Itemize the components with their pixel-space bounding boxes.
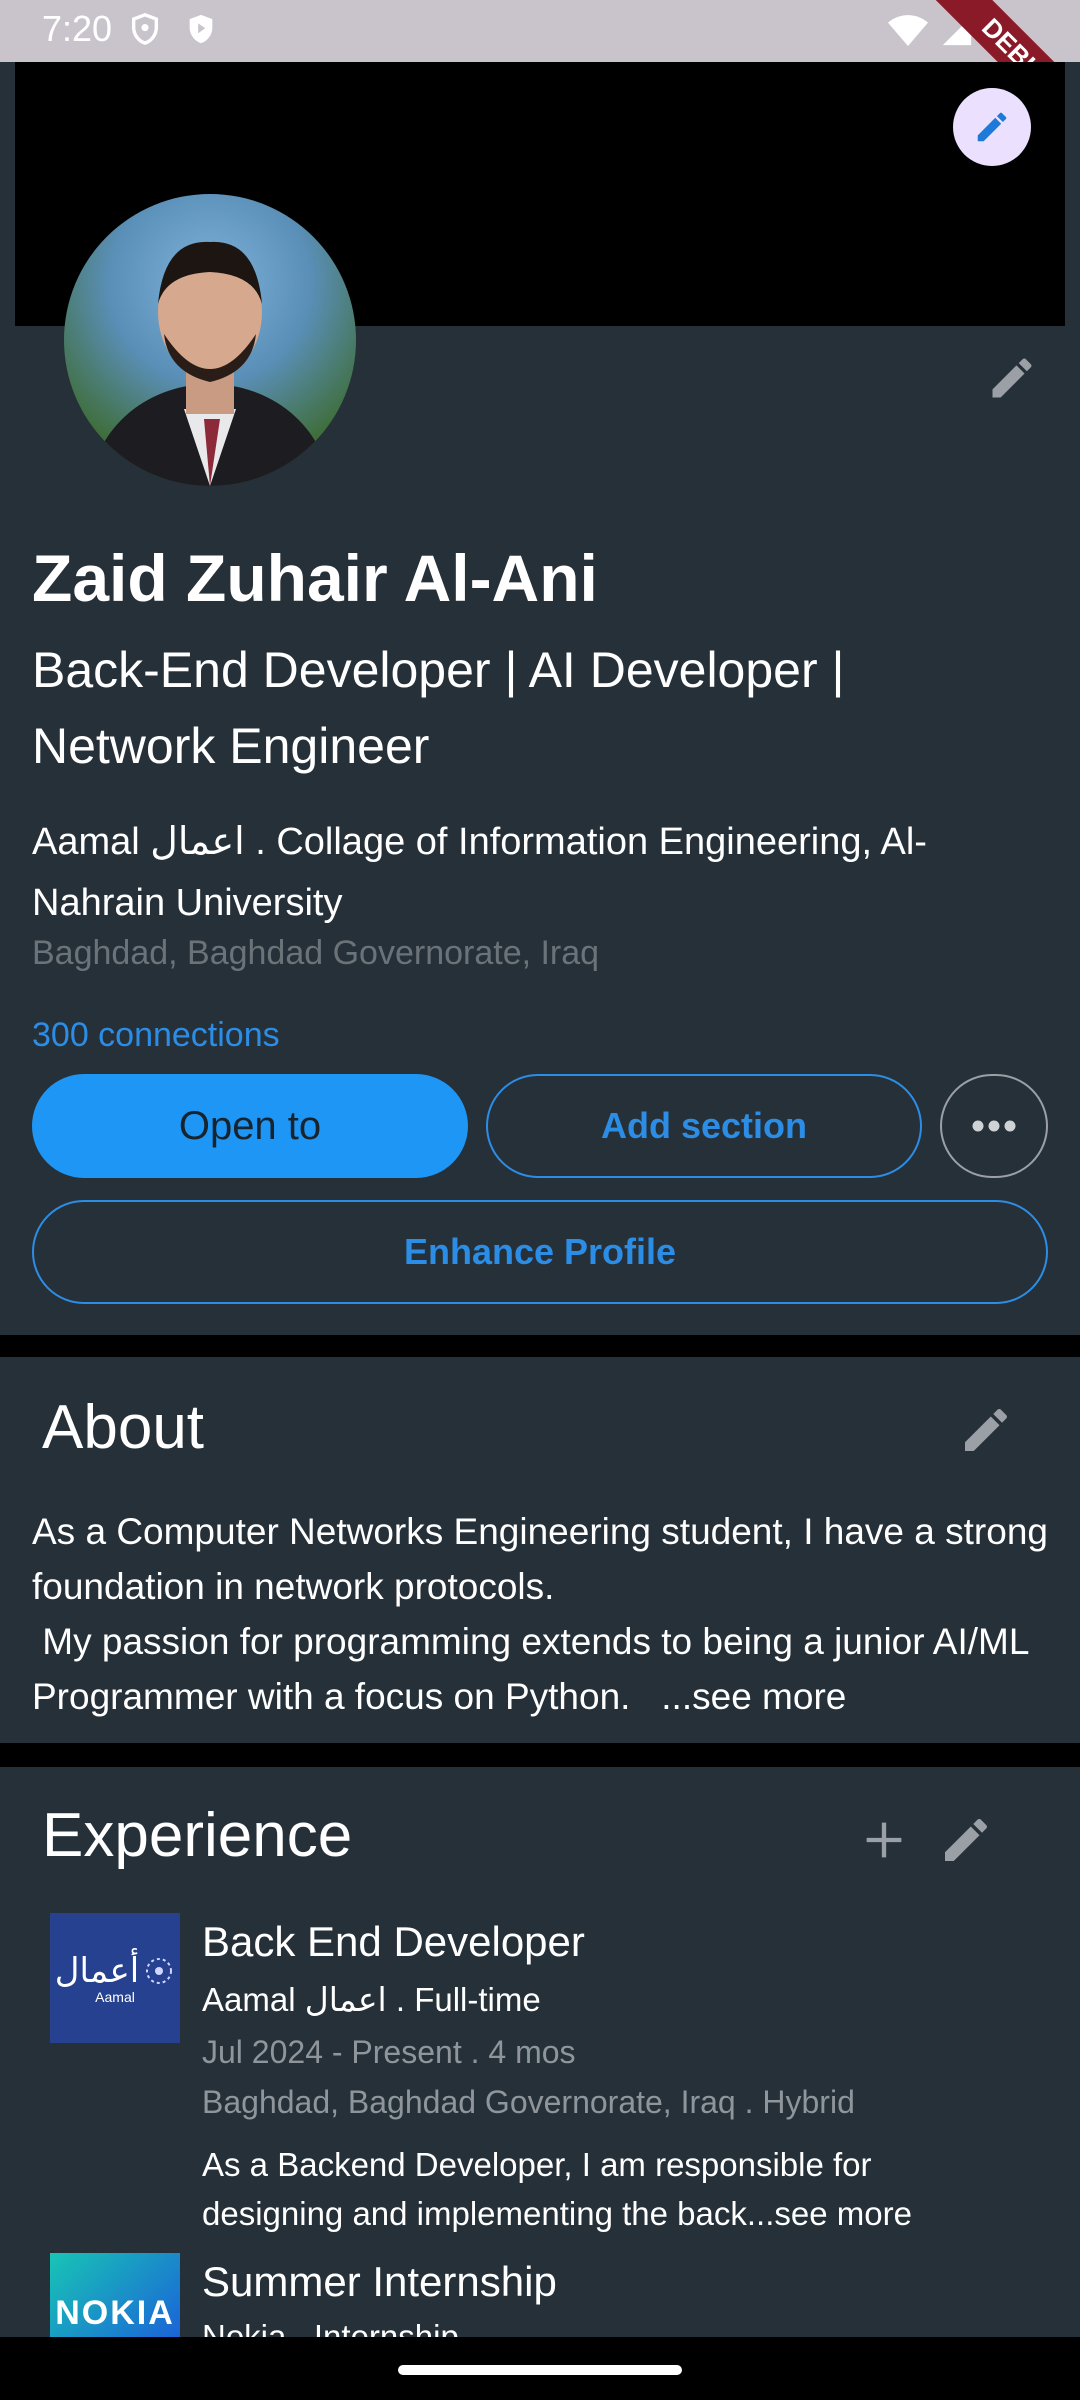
logo-text: NOKIA bbox=[55, 2294, 175, 2332]
about-text[interactable]: As a Computer Networks Engineering stude… bbox=[32, 1504, 1062, 1724]
edit-experience-button[interactable] bbox=[938, 1812, 994, 1873]
shield-icon bbox=[128, 12, 162, 46]
edit-cover-button[interactable] bbox=[953, 88, 1031, 166]
experience-item-description[interactable]: As a Backend Developer, I am responsible… bbox=[202, 2140, 1002, 2238]
pencil-icon bbox=[992, 358, 1032, 398]
open-to-button[interactable]: Open to bbox=[32, 1074, 468, 1178]
experience-item-location: Baghdad, Baghdad Governorate, Iraq . Hyb… bbox=[202, 2084, 855, 2120]
nokia-logo[interactable]: NOKIA bbox=[50, 2253, 180, 2337]
connections-link[interactable]: 300 connections bbox=[32, 1016, 280, 1055]
about-title: About bbox=[42, 1393, 205, 1462]
experience-item-title[interactable]: Back End Developer bbox=[202, 1918, 585, 1966]
play-protect-icon bbox=[184, 12, 218, 46]
pencil-icon bbox=[977, 112, 1007, 142]
wifi-icon bbox=[888, 14, 928, 48]
add-section-button[interactable]: Add section bbox=[486, 1074, 922, 1178]
experience-item-title[interactable]: Summer Internship bbox=[202, 2258, 557, 2306]
edit-intro-button[interactable] bbox=[986, 352, 1038, 409]
network-icon bbox=[146, 1958, 173, 1984]
avatar[interactable] bbox=[64, 194, 356, 486]
logo-text: أعمال bbox=[54, 1952, 140, 1990]
plus-icon bbox=[866, 1822, 902, 1858]
home-indicator[interactable] bbox=[398, 2365, 682, 2375]
experience-item-company: Nokia . Internship bbox=[202, 2318, 459, 2337]
more-options-button[interactable] bbox=[940, 1074, 1048, 1178]
profile-organization: Aamal اعمال . Collage of Information Eng… bbox=[32, 821, 927, 924]
profile-name: Zaid Zuhair Al-Ani bbox=[32, 541, 598, 615]
aamal-logo[interactable]: أعمال Aamal bbox=[50, 1913, 180, 2043]
profile-location: Baghdad, Baghdad Governorate, Iraq bbox=[32, 934, 600, 972]
experience-title: Experience bbox=[42, 1801, 353, 1870]
profile-headline: Back-End Developer | AI Developer | Netw… bbox=[32, 642, 845, 774]
experience-item-company: Aamal اعمال . Full-time bbox=[202, 1981, 541, 2018]
status-time: 7:20 bbox=[42, 8, 113, 49]
logo-subtext: Aamal bbox=[95, 1989, 135, 2005]
enhance-profile-button[interactable]: Enhance Profile bbox=[32, 1200, 1048, 1304]
pencil-icon bbox=[965, 1408, 1007, 1451]
experience-item-dates: Jul 2024 - Present . 4 mos bbox=[202, 2034, 576, 2070]
pencil-icon bbox=[945, 1818, 987, 1861]
more-horiz-icon bbox=[972, 1120, 1016, 1132]
edit-about-button[interactable] bbox=[958, 1402, 1014, 1463]
add-experience-button[interactable] bbox=[858, 1814, 910, 1871]
